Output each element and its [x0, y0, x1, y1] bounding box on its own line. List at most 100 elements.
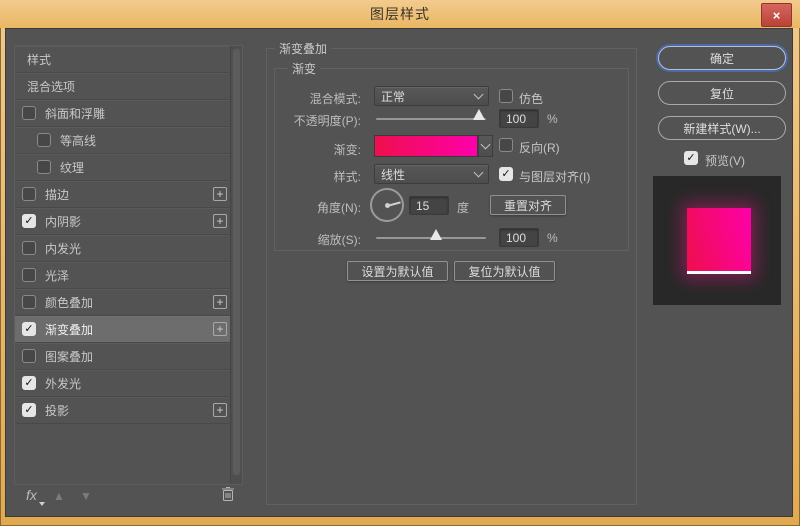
- style-item-label: 内发光: [45, 240, 81, 257]
- effect-checkbox[interactable]: ✓: [37, 160, 51, 174]
- move-effect-up-button[interactable]: ▲: [53, 489, 65, 503]
- style-item-label: 内阴影: [45, 213, 81, 230]
- title-bar[interactable]: 图层样式 ×: [0, 0, 800, 28]
- delete-effect-button[interactable]: [221, 486, 235, 507]
- panel-section-title: 渐变叠加: [275, 40, 331, 57]
- add-effect-instance-button[interactable]: +: [213, 187, 227, 201]
- opacity-slider-thumb[interactable]: [473, 109, 485, 120]
- style-item-label: 描边: [45, 186, 69, 203]
- close-button[interactable]: ×: [761, 3, 792, 27]
- styles-list: 样式混合选项✓斜面和浮雕✓等高线✓纹理✓描边+✓内阴影+✓内发光✓光泽✓颜色叠加…: [15, 46, 231, 424]
- reset-to-default-button[interactable]: 复位为默认值: [454, 261, 555, 281]
- scale-label: 缩放(S):: [271, 231, 361, 248]
- effect-checkbox[interactable]: ✓: [37, 133, 51, 147]
- effect-checkbox[interactable]: ✓: [22, 106, 36, 120]
- style-list-item-混合选项[interactable]: 混合选项: [15, 73, 231, 100]
- style-item-label: 等高线: [60, 132, 96, 149]
- effect-checkbox[interactable]: ✓: [22, 214, 36, 228]
- style-list-item-投影[interactable]: ✓ 投影 +: [15, 397, 231, 424]
- align-with-layer-label: 与图层对齐(I): [519, 168, 590, 185]
- style-list-item-等高线[interactable]: ✓ 等高线: [15, 127, 231, 154]
- reset-alignment-button[interactable]: 重置对齐: [490, 195, 566, 215]
- style-list-item-纹理[interactable]: ✓纹理: [15, 154, 231, 181]
- chevron-down-icon: [474, 90, 484, 100]
- effect-checkbox[interactable]: ✓: [22, 187, 36, 201]
- gradient-picker-button[interactable]: [478, 135, 493, 157]
- fx-icon: fx: [26, 487, 37, 503]
- style-list-item-外发光[interactable]: ✓外发光: [15, 370, 231, 397]
- opacity-label: 不透明度(P):: [271, 112, 361, 129]
- effect-checkbox[interactable]: ✓: [22, 376, 36, 390]
- angle-dial[interactable]: [370, 188, 404, 222]
- add-effect-instance-button[interactable]: +: [213, 403, 227, 417]
- style-value: 线性: [381, 166, 475, 183]
- set-as-default-button[interactable]: 设置为默认值: [347, 261, 448, 281]
- preview-checkbox[interactable]: ✓: [684, 151, 698, 165]
- dither-checkbox[interactable]: ✓: [499, 89, 513, 103]
- checkmark-icon: ✓: [501, 169, 510, 180]
- scale-unit: %: [547, 231, 558, 245]
- styles-list-panel: 样式混合选项✓斜面和浮雕✓等高线✓纹理✓描边+✓内阴影+✓内发光✓光泽✓颜色叠加…: [14, 45, 243, 485]
- layer-style-dialog: 图层样式 × 样式混合选项✓斜面和浮雕✓等高线✓纹理✓描边+✓内阴影+✓内发光✓…: [0, 0, 800, 526]
- dither-label: 仿色: [519, 90, 543, 107]
- opacity-input[interactable]: 100: [499, 109, 539, 128]
- effect-checkbox[interactable]: ✓: [22, 349, 36, 363]
- blend-mode-value: 正常: [381, 88, 475, 105]
- add-effect-instance-button[interactable]: +: [213, 322, 227, 336]
- styles-scrollbar[interactable]: [230, 46, 242, 484]
- opacity-unit: %: [547, 112, 558, 126]
- style-dropdown[interactable]: 线性: [374, 164, 489, 184]
- ok-button[interactable]: 确定: [658, 46, 786, 70]
- align-with-layer-checkbox[interactable]: ✓: [499, 167, 513, 181]
- trash-icon: [221, 486, 235, 502]
- style-list-item-描边[interactable]: ✓ 描边 +: [15, 181, 231, 208]
- style-list-item-光泽[interactable]: ✓ 光泽: [15, 262, 231, 289]
- blend-mode-dropdown[interactable]: 正常: [374, 86, 489, 106]
- style-list-item-内发光[interactable]: ✓ 内发光: [15, 235, 231, 262]
- checkmark-icon: ✓: [24, 378, 33, 389]
- style-item-label: 样式: [27, 51, 51, 68]
- style-item-label: 颜色叠加: [45, 294, 93, 311]
- effect-checkbox[interactable]: ✓: [22, 322, 36, 336]
- style-list-item-内阴影[interactable]: ✓ 内阴影 +: [15, 208, 231, 235]
- effect-preview: [653, 176, 781, 305]
- gradient-label: 渐变:: [271, 141, 361, 158]
- reverse-label: 反向(R): [519, 139, 560, 156]
- style-list-item-图案叠加[interactable]: ✓ 图案叠加: [15, 343, 231, 370]
- add-effect-instance-button[interactable]: +: [213, 295, 227, 309]
- checkmark-icon: ✓: [24, 216, 33, 227]
- style-item-label: 图案叠加: [45, 348, 93, 365]
- style-list-item-斜面和浮雕[interactable]: ✓ 斜面和浮雕: [15, 100, 231, 127]
- checkmark-icon: ✓: [686, 153, 695, 164]
- effect-checkbox[interactable]: ✓: [22, 268, 36, 282]
- add-effect-instance-button[interactable]: +: [213, 214, 227, 228]
- preview-label: 预览(V): [705, 152, 745, 169]
- reverse-checkbox[interactable]: ✓: [499, 138, 513, 152]
- reset-button[interactable]: 复位: [658, 81, 786, 105]
- group-title: 渐变: [288, 60, 320, 77]
- preview-gradient-square: [687, 208, 751, 274]
- style-list-item-颜色叠加[interactable]: ✓ 颜色叠加 +: [15, 289, 231, 316]
- checkmark-icon: ✓: [24, 324, 33, 335]
- style-item-label: 光泽: [45, 267, 69, 284]
- angle-input[interactable]: 15: [409, 196, 449, 215]
- effect-checkbox[interactable]: ✓: [22, 295, 36, 309]
- style-list-item-渐变叠加[interactable]: ✓渐变叠加+: [15, 316, 231, 343]
- scrollbar-thumb[interactable]: [232, 48, 241, 476]
- angle-dial-hub: [385, 203, 390, 208]
- effect-checkbox[interactable]: ✓: [22, 241, 36, 255]
- new-style-button[interactable]: 新建样式(W)...: [658, 116, 786, 140]
- chevron-down-icon: [474, 168, 484, 178]
- scale-slider-thumb[interactable]: [430, 229, 442, 240]
- fx-menu-button[interactable]: fx: [26, 487, 37, 505]
- move-effect-down-button[interactable]: ▼: [80, 489, 92, 503]
- style-item-label: 斜面和浮雕: [45, 105, 105, 122]
- scale-input[interactable]: 100: [499, 228, 539, 247]
- angle-unit: 度: [457, 199, 469, 216]
- opacity-slider[interactable]: [376, 118, 486, 120]
- style-list-item-样式[interactable]: 样式: [15, 46, 231, 73]
- effect-checkbox[interactable]: ✓: [22, 403, 36, 417]
- gradient-swatch[interactable]: [374, 135, 478, 157]
- chevron-down-icon: [481, 140, 491, 150]
- style-item-label: 投影: [45, 402, 69, 419]
